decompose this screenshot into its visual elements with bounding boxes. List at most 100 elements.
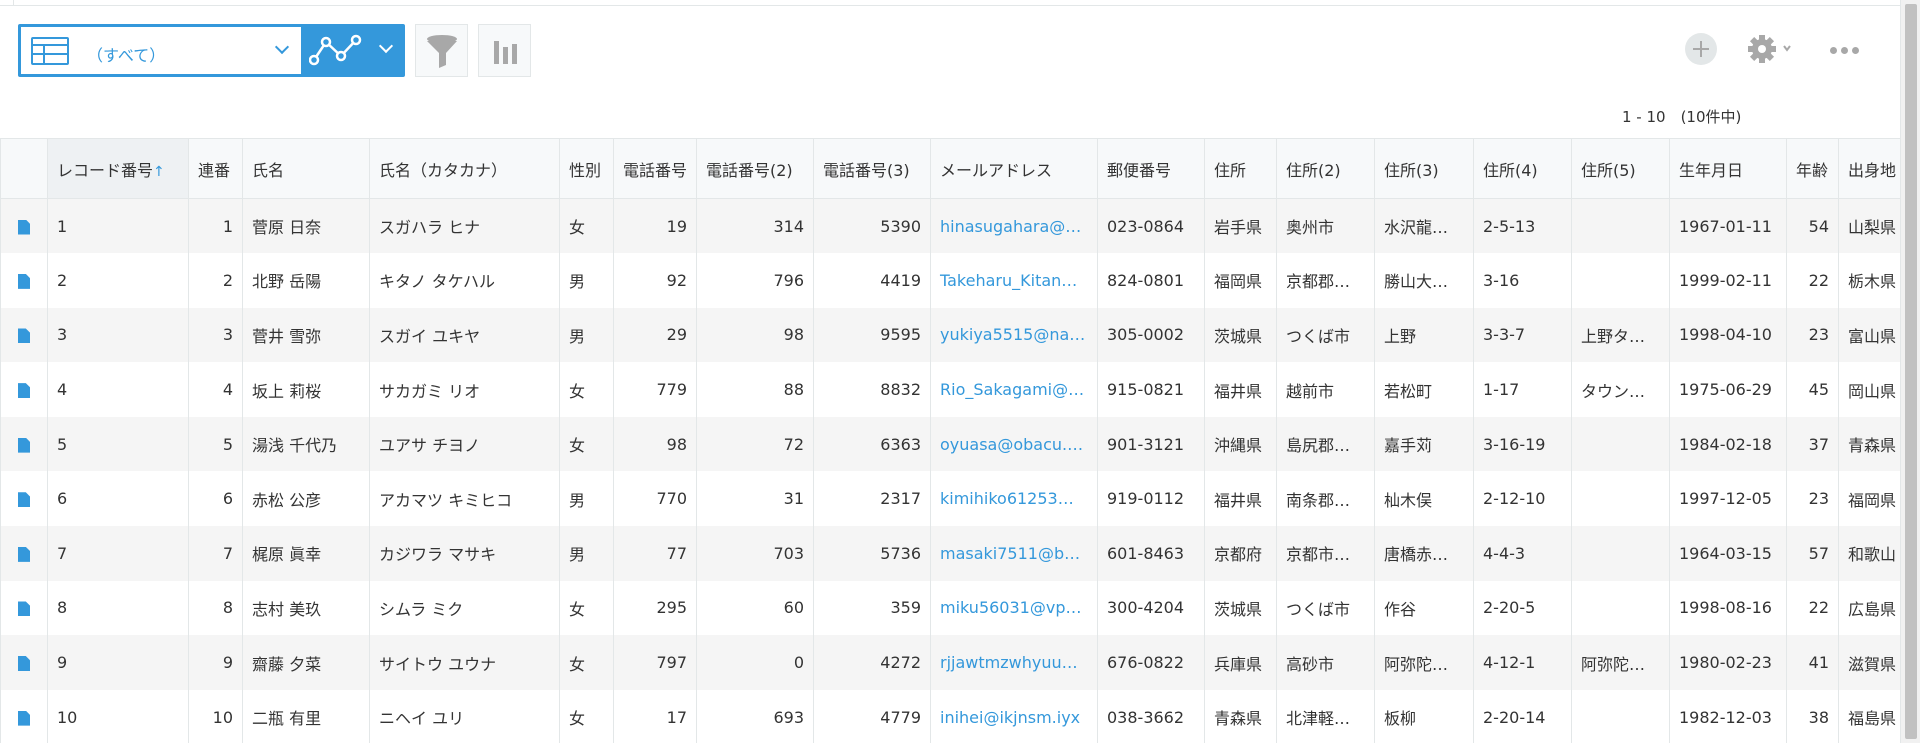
table-cell: 1997-12-05 [1669, 471, 1787, 527]
table-row[interactable]: 7 7 梶原 眞幸 カジワラ マサキ男 77 703 5736 masaki7511@b… 60… [0, 526, 1900, 581]
table-cell: 京都郡… [1276, 253, 1375, 308]
record-detail-link[interactable] [0, 416, 48, 472]
view-picker[interactable]: （すべて） [21, 27, 301, 74]
more-options-button[interactable] [1828, 33, 1862, 65]
column-header-serial[interactable]: 連番 [188, 138, 243, 199]
table-row[interactable]: 2 2 北野 岳陽 キタノ タケハル男 92 796 4419 Takeharu_Kitan…… [0, 253, 1900, 308]
table-row[interactable]: 8 8 志村 美玖 シムラ ミク女 295 60 359 miku56031@vp… 300-4… [0, 580, 1900, 636]
column-header-birthdate[interactable]: 生年月日 [1669, 138, 1787, 199]
record-detail-link[interactable] [0, 253, 48, 308]
column-header-address-5[interactable]: 住所(5) [1571, 138, 1670, 199]
settings-button[interactable] [1745, 33, 1797, 65]
table-row[interactable]: 4 4 坂上 莉桜 サカガミ リオ女 779 88 8832 Rio_Sakagami@… 91… [0, 362, 1900, 417]
column-header-birthplace[interactable]: 出身地 [1838, 138, 1900, 199]
email-link[interactable]: hinasugahara@… [930, 198, 1098, 254]
record-detail-link[interactable] [0, 307, 48, 363]
view-selector[interactable]: （すべて） [18, 24, 405, 77]
table-cell: 3-16 [1473, 253, 1572, 308]
table-row[interactable]: 10 10 二瓶 有里 ニヘイ ユリ女 17 693 4779 inihei@ikjnsm.i… [0, 689, 1900, 743]
email-link[interactable]: inihei@ikjnsm.iyx [930, 689, 1098, 743]
column-header-address-2[interactable]: 住所(2) [1276, 138, 1375, 199]
table-cell: 和歌山 [1838, 526, 1900, 581]
email-link[interactable]: masaki7511@b… [930, 526, 1098, 581]
vertical-scrollbar[interactable] [1900, 0, 1920, 743]
table-cell: 54 [1786, 198, 1839, 254]
email-link[interactable]: Rio_Sakagami@… [930, 362, 1098, 417]
line-graph-icon [309, 34, 362, 66]
sort-ascending-icon: ↑ [153, 163, 165, 180]
table-cell [1571, 198, 1670, 254]
table-cell: 高砂市 [1276, 635, 1375, 690]
email-link[interactable]: Takeharu_Kitan… [930, 253, 1098, 308]
table-cell: 60 [696, 580, 814, 636]
graph-selector-button[interactable] [301, 24, 405, 77]
table-cell: 4272 [813, 635, 931, 690]
column-header-phone-3[interactable]: 電話番号(3) [813, 138, 931, 199]
column-header-phone-2[interactable]: 電話番号(2) [696, 138, 814, 199]
email-link[interactable]: oyuasa@obacu.… [930, 416, 1098, 472]
record-detail-link[interactable] [0, 198, 48, 254]
view-name: （すべて） [87, 46, 166, 65]
table-cell: 1998-04-10 [1669, 307, 1787, 363]
column-header-record-number[interactable]: レコード番号↑ [47, 138, 189, 199]
table-cell: 314 [696, 198, 814, 254]
table-cell: 37 [1786, 416, 1839, 472]
column-header-address[interactable]: 住所 [1204, 138, 1277, 199]
table-cell: 4 [47, 362, 189, 417]
column-header-name-kana[interactable]: 氏名（カタカナ） [369, 138, 560, 199]
record-detail-link[interactable] [0, 362, 48, 417]
filter-button[interactable] [415, 24, 468, 77]
table-row[interactable]: 6 6 赤松 公彦 アカマツ キミヒコ男 770 31 2317 kimihiko61253…… [0, 471, 1900, 527]
table-cell [1571, 471, 1670, 527]
table-cell: 915-0821 [1097, 362, 1205, 417]
scrollbar-thumb[interactable] [1905, 4, 1917, 739]
table-row[interactable]: 1 1 菅原 日奈 スガハラ ヒナ女 19 314 5390 hinasugahara@… 02… [0, 198, 1900, 254]
table-row[interactable]: 3 3 菅井 雪弥 スガイ ユキヤ男 29 98 9595 yukiya5515@na… 305… [0, 307, 1900, 363]
add-record-button[interactable] [1685, 33, 1717, 65]
table-cell: 2317 [813, 471, 931, 527]
table-cell: 越前市 [1276, 362, 1375, 417]
column-header-address-3[interactable]: 住所(3) [1374, 138, 1474, 199]
record-detail-link[interactable] [0, 526, 48, 581]
table-cell: 901-3121 [1097, 416, 1205, 472]
document-icon [18, 437, 30, 453]
email-link[interactable]: kimihiko61253… [930, 471, 1098, 527]
table-cell: 菅原 日奈 [242, 198, 370, 254]
table-row[interactable]: 5 5 湯浅 千代乃 ユアサ チヨノ女 98 72 6363 oyuasa@obacu.… 90… [0, 416, 1900, 472]
table-cell: 男 [559, 253, 614, 308]
table-cell: カジワラ マサキ [369, 526, 560, 581]
record-detail-link[interactable] [0, 580, 48, 636]
table-cell: 31 [696, 471, 814, 527]
column-header-name[interactable]: 氏名 [242, 138, 370, 199]
table-cell: 305-0002 [1097, 307, 1205, 363]
table-cell: 6 [47, 471, 189, 527]
record-detail-link[interactable] [0, 471, 48, 527]
chart-button[interactable] [478, 24, 531, 77]
email-link[interactable]: miku56031@vp… [930, 580, 1098, 636]
column-header-address-4[interactable]: 住所(4) [1473, 138, 1572, 199]
table-cell: 上野タ… [1571, 307, 1670, 363]
table-cell: 5390 [813, 198, 931, 254]
table-cell: 広島県 [1838, 580, 1900, 636]
table-cell: タウン… [1571, 362, 1670, 417]
table-cell: 山梨県 [1838, 198, 1900, 254]
column-header-email[interactable]: メールアドレス [930, 138, 1098, 199]
column-header-age[interactable]: 年齢 [1786, 138, 1839, 199]
table-cell: 9595 [813, 307, 931, 363]
column-header-phone[interactable]: 電話番号 [613, 138, 697, 199]
table-cell: 4-4-3 [1473, 526, 1572, 581]
column-header-gender[interactable]: 性別 [559, 138, 614, 199]
document-icon [18, 383, 30, 399]
table-cell [1571, 526, 1670, 581]
record-detail-link[interactable] [0, 689, 48, 743]
table-cell: 奥州市 [1276, 198, 1375, 254]
table-cell: 湯浅 千代乃 [242, 416, 370, 472]
document-icon [18, 546, 30, 562]
record-detail-link[interactable] [0, 635, 48, 690]
header-icon-column [0, 138, 48, 199]
email-link[interactable]: rjjawtmzwhyuu… [930, 635, 1098, 690]
email-link[interactable]: yukiya5515@na… [930, 307, 1098, 363]
table-row[interactable]: 9 9 齋藤 夕菜 サイトウ ユウナ女 797 0 4272 rjjawtmzwhyuu… 67… [0, 635, 1900, 690]
column-header-postal-code[interactable]: 郵便番号 [1097, 138, 1205, 199]
table-cell: 赤松 公彦 [242, 471, 370, 527]
